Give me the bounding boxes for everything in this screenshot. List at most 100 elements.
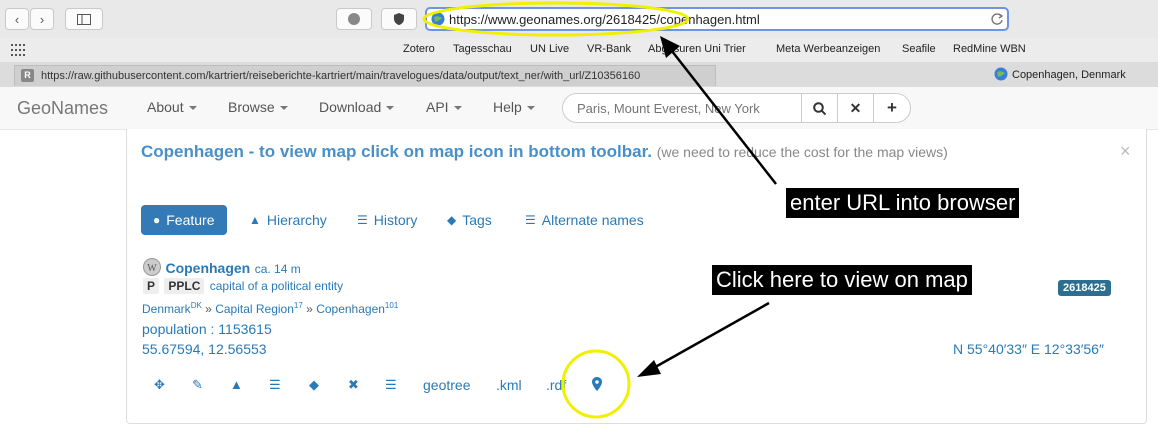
site-logo[interactable]: GeoNames — [17, 98, 108, 119]
nav-download-label: Download — [319, 99, 382, 115]
apps-grid-icon[interactable] — [11, 44, 25, 56]
move-button[interactable]: ✥ — [154, 377, 165, 393]
title-subtitle: (we need to reduce the cost for the map … — [656, 144, 948, 160]
feature-panel: Copenhagen - to view map click on map ic… — [126, 129, 1147, 424]
tab-hierarchy[interactable]: ▲ Hierarchy — [249, 205, 327, 235]
close-icon: ✖ — [348, 377, 359, 392]
caret-down-icon — [386, 106, 395, 111]
rdf-link[interactable]: .rdf — [546, 377, 566, 393]
nav-help[interactable]: Help — [493, 99, 535, 115]
url-bar[interactable]: https://www.geonames.org/2618425/copenha… — [425, 7, 1009, 31]
tab-history[interactable]: ☰ History — [357, 205, 417, 235]
breadcrumb-separator: » — [306, 302, 313, 316]
place-heading: W Copenhagen ca. 14 m — [143, 258, 301, 278]
map-marker-icon — [592, 377, 602, 391]
reload-icon[interactable] — [990, 12, 1004, 26]
breadcrumb: DenmarkDK » Capital Region17 » Copenhage… — [142, 301, 398, 316]
feature-description: capital of a political entity — [209, 279, 344, 293]
url-annotation-label: enter URL into browser — [786, 188, 1020, 218]
globe-icon — [994, 67, 1008, 81]
search-input[interactable] — [562, 93, 802, 123]
tags-button[interactable]: ◆ — [309, 377, 319, 393]
feature-class-badge: P — [143, 278, 160, 294]
bookmark-vr-bank[interactable]: VR-Bank — [587, 43, 631, 55]
forward-button[interactable]: › — [30, 8, 54, 30]
list-button[interactable]: ☰ — [385, 377, 397, 393]
bookmark-zotero[interactable]: Zotero — [403, 43, 435, 55]
bookmark-seafile[interactable]: Seafile — [902, 43, 936, 55]
site-favicon-icon — [431, 12, 445, 26]
geonameid-badge: 2618425 — [1058, 280, 1111, 296]
tab-feature[interactable]: ● Feature — [141, 205, 227, 235]
tab-copenhagen[interactable]: Copenhagen, Denmark — [994, 67, 1126, 81]
feature-class-row: P PPLC capital of a political entity — [143, 278, 344, 294]
tags-icon: ◆ — [309, 377, 319, 392]
wikipedia-icon[interactable]: W — [143, 258, 161, 276]
search-button[interactable] — [801, 93, 838, 123]
list-icon: ☰ — [357, 213, 368, 227]
tab-hierarchy-label: Hierarchy — [266, 212, 327, 228]
map-annotation-label: Click here to view on map — [712, 265, 972, 295]
breadcrumb-city-code: 101 — [384, 301, 399, 310]
nav-about[interactable]: About — [147, 99, 197, 115]
kml-link[interactable]: .kml — [496, 377, 522, 393]
page-title: Copenhagen - to view map click on map ic… — [141, 142, 948, 162]
caret-down-icon — [279, 106, 288, 111]
svg-text:W: W — [147, 263, 157, 274]
breadcrumb-region[interactable]: Capital Region — [215, 302, 294, 316]
sitemap-icon: ▲ — [230, 377, 243, 392]
delete-button[interactable]: ✖ — [348, 377, 359, 393]
clear-button[interactable]: ✕ — [837, 93, 874, 123]
privacy-button[interactable] — [381, 8, 417, 30]
nav-download[interactable]: Download — [319, 99, 395, 115]
tab-raw-github[interactable]: R https://raw.githubusercontent.com/kart… — [14, 65, 716, 86]
population: population : 1153615 — [142, 321, 272, 337]
tab-alternate-names-label: Alternate names — [541, 212, 644, 228]
close-panel-icon[interactable]: × — [1120, 141, 1131, 162]
url-text: https://www.geonames.org/2618425/copenha… — [449, 12, 760, 27]
nav-api[interactable]: API — [426, 99, 462, 115]
bookmark-un-live[interactable]: UN Live — [530, 43, 569, 55]
title-text: Copenhagen - to view map click on map ic… — [141, 142, 652, 161]
list-icon: ☰ — [385, 377, 397, 392]
extension-button[interactable] — [336, 8, 372, 30]
nav-help-label: Help — [493, 99, 522, 115]
sidebar-toggle-button[interactable] — [65, 8, 103, 30]
bookmark-tagesschau[interactable]: Tagesschau — [453, 43, 512, 55]
search-icon — [813, 101, 826, 115]
bookmark-abgasuren[interactable]: Abgasuren Uni Trier — [648, 43, 746, 55]
tab-alternate-names[interactable]: ☰ Alternate names — [525, 205, 644, 235]
map-marker-icon: ● — [153, 213, 161, 227]
globe-icon — [348, 13, 360, 25]
add-button[interactable]: + — [873, 93, 911, 123]
tab-title: Copenhagen, Denmark — [1012, 69, 1126, 81]
list-ordered-button[interactable]: ☰ — [269, 377, 281, 393]
tags-icon: ◆ — [447, 213, 457, 227]
breadcrumb-city[interactable]: Copenhagen — [316, 302, 385, 316]
hierarchy-button[interactable]: ▲ — [230, 377, 243, 392]
breadcrumb-country[interactable]: Denmark — [142, 302, 191, 316]
feature-code-badge: PPLC — [164, 278, 205, 294]
plus-icon: + — [887, 98, 897, 117]
nav-browse[interactable]: Browse — [228, 99, 288, 115]
map-button[interactable] — [592, 377, 602, 394]
site-navbar: GeoNames About Browse Download API Help … — [0, 87, 1158, 130]
geotree-link[interactable]: geotree — [423, 377, 470, 393]
tab-history-label: History — [373, 212, 418, 228]
back-button[interactable]: ‹ — [5, 8, 29, 30]
edit-button[interactable]: ✎ — [192, 377, 203, 393]
tab-tags[interactable]: ◆ Tags — [447, 205, 492, 235]
nav-about-label: About — [147, 99, 184, 115]
bookmark-meta[interactable]: Meta Werbeanzeigen — [776, 43, 880, 55]
bookmark-redmine[interactable]: RedMine WBN — [953, 43, 1026, 55]
raw-favicon-icon: R — [21, 69, 34, 82]
tab-url-label: https://raw.githubusercontent.com/kartri… — [41, 70, 641, 82]
arrows-icon: ✥ — [154, 377, 165, 392]
list-ordered-icon: ☰ — [269, 377, 281, 392]
place-name[interactable]: Copenhagen — [165, 260, 250, 276]
close-icon: ✕ — [849, 99, 862, 116]
breadcrumb-country-code: DK — [190, 301, 202, 310]
shield-icon — [394, 13, 404, 25]
browser-toolbar: ‹ › https://www.geonames.org/2618425/cop… — [0, 0, 1158, 39]
breadcrumb-separator: » — [205, 302, 212, 316]
